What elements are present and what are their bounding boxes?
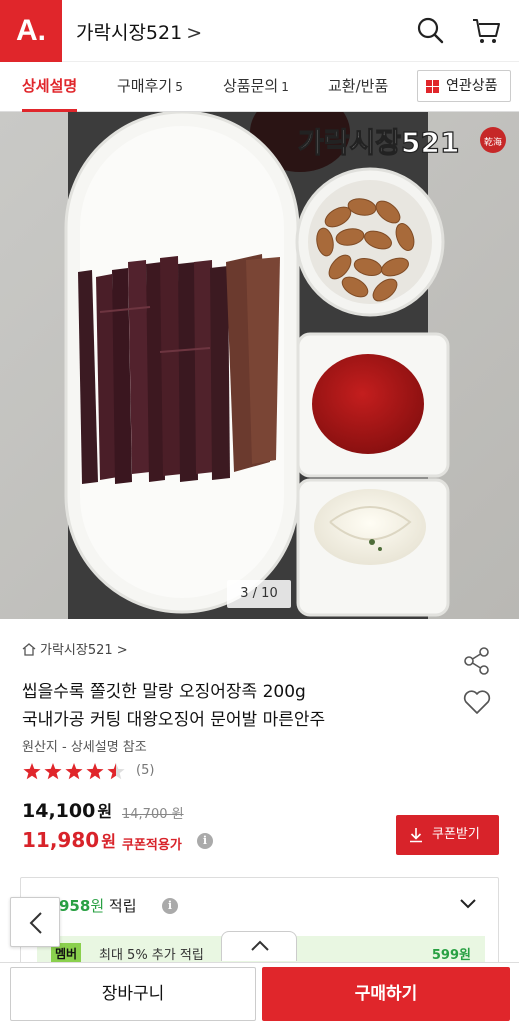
product-title-line1: 씹을수록 쫄깃한 말랑 오징어장족 200g bbox=[22, 682, 306, 702]
heart-icon[interactable] bbox=[462, 689, 492, 715]
star-icon bbox=[65, 763, 83, 780]
star-icon bbox=[86, 763, 104, 780]
tab-count: 5 bbox=[175, 80, 183, 94]
detail-tabs: 상세설명 구매후기 5 상품문의 1 교환/반품 연관상품 bbox=[0, 62, 519, 112]
points-label: 적립 bbox=[108, 897, 137, 915]
price-unit: 원 bbox=[97, 802, 113, 821]
download-icon bbox=[410, 828, 422, 843]
star-icon bbox=[44, 763, 62, 780]
points-unit: 원 bbox=[90, 897, 105, 915]
image-counter: 3 / 10 bbox=[227, 580, 291, 608]
price-value: 14,100 bbox=[22, 800, 96, 822]
points-text: 958원 적립 bbox=[59, 895, 137, 916]
coupon-button-label: 쿠폰받기 bbox=[432, 827, 480, 842]
product-origin: 원산지 - 상세설명 참조 bbox=[22, 740, 147, 755]
back-button[interactable] bbox=[10, 897, 60, 947]
tab-label: 상품문의 bbox=[223, 77, 279, 95]
cart-icon[interactable] bbox=[470, 14, 502, 46]
buy-now-button[interactable]: 구매하기 bbox=[262, 967, 510, 1021]
tab-exchange-return[interactable]: 교환/반품 bbox=[328, 62, 388, 112]
breadcrumb-chevron: > bbox=[116, 643, 128, 658]
tab-related-label: 연관상품 bbox=[446, 78, 498, 94]
review-count[interactable]: (5) bbox=[136, 763, 154, 778]
tab-description[interactable]: 상세설명 bbox=[22, 62, 78, 112]
product-title-line2: 국내가공 커팅 대왕오징어 문어발 마른안주 bbox=[22, 710, 326, 730]
sale-price-value: 11,980 bbox=[22, 828, 100, 852]
share-icon[interactable] bbox=[462, 647, 492, 675]
chevron-down-icon[interactable] bbox=[459, 898, 477, 910]
image-seal-overlay: 乾海 bbox=[484, 136, 502, 148]
tab-count: 1 bbox=[281, 80, 289, 94]
points-info-icon[interactable]: i bbox=[162, 898, 178, 914]
points-amount: 958 bbox=[59, 897, 91, 915]
add-to-cart-button[interactable]: 장바구니 bbox=[10, 967, 256, 1021]
star-icon bbox=[23, 763, 41, 780]
member-text: 최대 5% 추가 적립 bbox=[99, 948, 204, 963]
sale-price: 11,980 원 bbox=[22, 828, 116, 852]
app-logo[interactable]: A. bbox=[0, 0, 62, 62]
star-icon bbox=[107, 763, 125, 780]
breadcrumb[interactable]: 가락시장521 > bbox=[22, 639, 128, 658]
sale-price-unit: 원 bbox=[101, 832, 116, 851]
product-image[interactable]: 가락시장521 乾海 bbox=[0, 112, 519, 619]
chevron-up-icon bbox=[251, 940, 269, 951]
tab-label: 교환/반품 bbox=[328, 77, 389, 95]
info-icon[interactable]: i bbox=[197, 833, 213, 849]
breadcrumb-store: 가락시장521 bbox=[40, 643, 113, 658]
grid-icon bbox=[426, 80, 439, 93]
member-points: 599원 bbox=[431, 948, 471, 963]
chevron-left-icon bbox=[29, 912, 42, 934]
tab-related-products[interactable]: 연관상품 bbox=[417, 70, 511, 102]
coupon-applied-label: 쿠폰적용가 bbox=[122, 838, 182, 853]
home-icon bbox=[22, 643, 36, 656]
tab-questions[interactable]: 상품문의 1 bbox=[223, 62, 289, 112]
product-photo: 가락시장521 乾海 bbox=[0, 112, 519, 619]
rating-stars[interactable] bbox=[22, 762, 134, 782]
squid-strips bbox=[78, 254, 280, 484]
price: 14,100 원 bbox=[22, 798, 112, 822]
tab-label: 구매후기 bbox=[117, 77, 173, 95]
image-brand-overlay: 가락시장521 bbox=[298, 126, 460, 159]
scroll-top-button[interactable] bbox=[221, 931, 297, 961]
bottom-action-bar: 장바구니 구매하기 bbox=[0, 962, 519, 1024]
store-name: 가락시장521 bbox=[76, 22, 183, 44]
store-chevron: > bbox=[186, 22, 203, 44]
tab-reviews[interactable]: 구매후기 5 bbox=[117, 62, 183, 112]
coupon-download-button[interactable]: 쿠폰받기 bbox=[396, 815, 499, 855]
original-price: 14,700 원 bbox=[122, 807, 184, 822]
app-header: A. 가락시장521 > bbox=[0, 0, 519, 62]
store-title-link[interactable]: 가락시장521 > bbox=[76, 18, 202, 45]
search-icon[interactable] bbox=[414, 14, 446, 46]
tab-label: 상세설명 bbox=[22, 77, 78, 95]
